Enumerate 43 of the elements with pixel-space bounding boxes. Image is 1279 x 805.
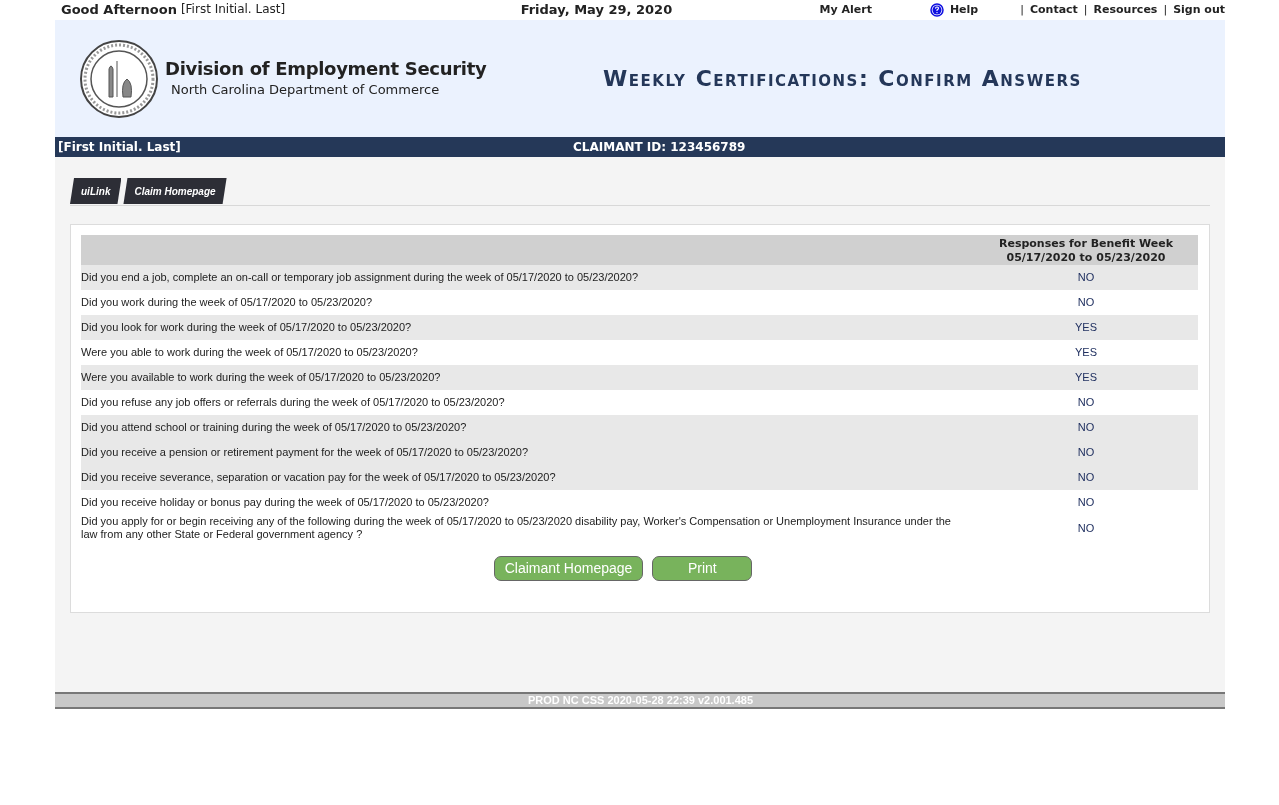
separator-text: |	[1163, 1, 1168, 18]
answer-text: NO	[1076, 295, 1096, 311]
question-text: Were you available to work during the week of 05/17/2020 to 05/23/2020?	[81, 371, 442, 384]
question-text: Did you work during the week of 05/17/2020 to 05/23/2020?	[81, 296, 374, 309]
answer-text: NO	[1076, 470, 1096, 486]
claimant-name-text: [First Initial. Last]	[57, 139, 182, 156]
question-text: Did you apply for or begin receiving any of the following during the week of 05/17/2020 to 05/23/2020 disability pay, Worker's Compensation or Unemployment Insurance under the law from any other State or Federal government agency ?	[81, 515, 952, 541]
question-text: Did you refuse any job offers or referrals during the week of 05/17/2020 to 05/23/2020?	[81, 396, 506, 409]
answer-text: NO	[1076, 270, 1096, 286]
page-title: Weekly Certifications: Confirm Answers	[603, 65, 1082, 93]
answer-text: YES	[1074, 370, 1098, 386]
question-text: Were you able to work during the week of 05/17/2020 to 05/23/2020?	[81, 346, 419, 359]
answer-text: NO	[1076, 420, 1096, 436]
nav-link[interactable]: Resources	[1093, 1, 1158, 19]
nav-tab[interactable]: Claim Homepage	[123, 178, 227, 204]
answer-text: NO	[1076, 445, 1096, 461]
separator-text: |	[1083, 1, 1088, 18]
my-alert-link[interactable]: My Alert	[819, 1, 872, 19]
answer-text: YES	[1074, 320, 1098, 336]
help-icon[interactable]	[929, 3, 944, 17]
question-text: Did you receive a pension or retirement payment for the week of 05/17/2020 to 05/23/2020?	[81, 446, 529, 459]
question-text: Did you end a job, complete an on-call or temporary job assignment during the week of 05/17/2020 to 05/23/2020?	[81, 271, 640, 284]
nav-link[interactable]: Sign out	[1173, 1, 1225, 19]
state-seal-icon	[79, 38, 159, 119]
answer-text: YES	[1074, 345, 1098, 361]
answer-text: NO	[1076, 395, 1096, 411]
question-text: Did you look for work during the week of 05/17/2020 to 05/23/2020?	[81, 321, 413, 334]
separator-text: |	[1020, 1, 1024, 18]
question-text: Did you receive holiday or bonus pay during the week of 05/17/2020 to 05/23/2020?	[81, 496, 490, 509]
answer-text: NO	[1076, 495, 1096, 511]
claimant-id-text: CLAIMANT ID: 123456789	[573, 139, 746, 156]
date-text: Friday, May 29, 2020	[520, 1, 674, 20]
question-text: Did you receive severance, separation or vacation pay for the week of 05/17/2020 to 05/23/2020?	[81, 471, 557, 484]
org-name-text: Division of Employment Security	[165, 57, 488, 80]
answer-text: NO	[1076, 520, 1096, 536]
column-header: Responses for Benefit Week 05/17/2020 to 05/23/2020	[997, 236, 1175, 265]
greeting-text: Good Afternoon	[61, 1, 177, 20]
org-subtitle-text: North Carolina Department of Commerce	[171, 81, 441, 99]
nav-link[interactable]: Contact	[1029, 1, 1078, 19]
help-link[interactable]: Help	[949, 1, 979, 19]
user-name-text: [First Initial. Last]	[180, 1, 286, 19]
nav-tab[interactable]: uiLink	[70, 178, 122, 204]
question-text: Did you attend school or training during the week of 05/17/2020 to 05/23/2020?	[81, 421, 468, 434]
